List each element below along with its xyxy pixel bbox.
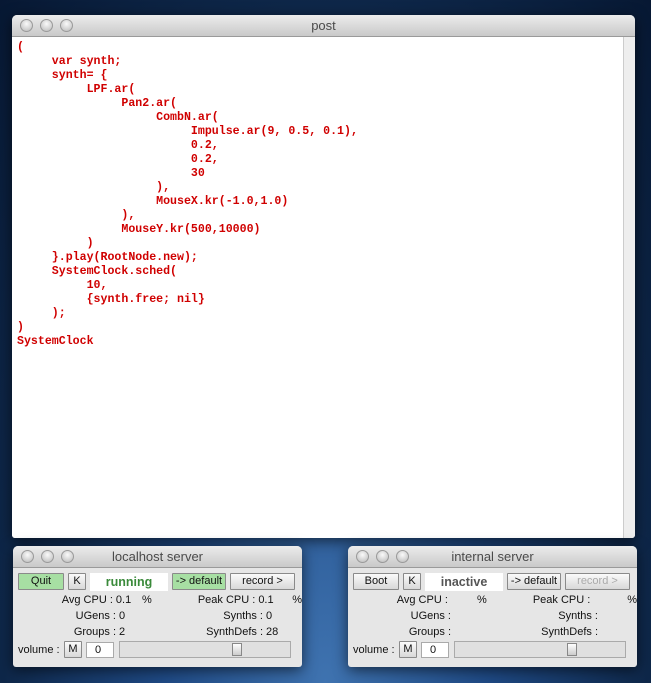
close-icon[interactable] [21,550,34,563]
post-text-area[interactable]: ( var synth; synth= { LPF.ar( Pan2.ar( C… [12,37,623,538]
mute-button[interactable]: M [399,641,417,658]
groups-label: Groups : [73,626,116,638]
code-line: SystemClock.sched( [17,265,178,278]
ugens-label: UGens : [75,610,116,622]
ugens-value: 0 [119,610,126,622]
window-title: post [311,18,336,33]
code-line: {synth.free; nil} [17,293,205,306]
ugens-label: UGens : [410,610,451,622]
minimize-icon[interactable] [376,550,389,563]
synthdefs-label: SynthDefs : [206,626,263,638]
synths-value [598,608,601,624]
code-line: var synth; [17,55,122,68]
title-bar[interactable]: localhost server [13,546,302,568]
code-line: 10, [17,279,108,292]
volume-label: volume : [18,643,60,656]
groups-value: 2 [119,626,126,638]
post-output: SystemClock [17,335,94,348]
volume-label: volume : [353,643,395,656]
scrollbar[interactable] [623,37,635,538]
default-button[interactable]: -> default [507,573,561,590]
ugens-value [451,608,511,624]
synths-value: 0 [266,610,273,622]
title-bar[interactable]: post [12,15,635,37]
synthdefs-value [598,624,601,640]
window-title: localhost server [111,549,204,564]
code-line: synth= { [17,69,108,82]
code-line: ), [17,209,136,222]
groups-value [451,624,511,640]
record-button[interactable]: record > [565,573,630,590]
peak-cpu-value [590,592,627,608]
kill-button[interactable]: K [403,573,421,590]
peak-cpu-label: Peak CPU : [532,594,591,606]
synthdefs-label: SynthDefs : [541,626,598,638]
avg-cpu-label: Avg CPU : [396,594,448,606]
status-display: inactive [425,572,503,591]
code-line: 30 [17,167,205,180]
synthdefs-value: 28 [266,626,279,638]
slider-knob[interactable] [232,643,242,656]
boot-button[interactable]: Quit [18,573,64,590]
default-button[interactable]: -> default [172,573,226,590]
code-line: 0.2, [17,153,219,166]
slider-knob[interactable] [567,643,577,656]
code-line: ); [17,307,66,320]
code-line: ( [17,41,24,54]
zoom-icon[interactable] [396,550,409,563]
avg-cpu-value [448,592,477,608]
minimize-icon[interactable] [40,19,53,32]
code-line: CombN.ar( [17,111,219,124]
code-line: ) [17,237,94,250]
close-icon[interactable] [356,550,369,563]
status-display: running [90,572,168,591]
code-line: ) [17,321,24,334]
avg-cpu-value: 0.1 [115,594,132,606]
close-icon[interactable] [20,19,33,32]
title-bar[interactable]: internal server [348,546,637,568]
boot-button[interactable]: Boot [353,573,399,590]
code-line: Pan2.ar( [17,97,178,110]
volume-slider[interactable] [119,641,291,658]
volume-field[interactable]: 0 [421,641,449,658]
internal-server-window: internal server Boot K inactive -> defau… [348,546,637,667]
avg-cpu-label: Avg CPU : [61,594,113,606]
zoom-icon[interactable] [60,19,73,32]
peak-cpu-label: Peak CPU : [197,594,256,606]
code-line: }.play(RootNode.new); [17,251,198,264]
mute-button[interactable]: M [64,641,82,658]
synths-label: Synths : [223,610,263,622]
peak-cpu-value: 0.1 [258,594,274,606]
groups-label: Groups : [408,626,451,638]
record-button[interactable]: record > [230,573,295,590]
code-line: 0.2, [17,139,219,152]
volume-slider[interactable] [454,641,626,658]
minimize-icon[interactable] [41,550,54,563]
code-line: MouseY.kr(500,10000) [17,223,261,236]
kill-button[interactable]: K [68,573,86,590]
window-title: internal server [451,549,534,564]
code-line: ), [17,181,171,194]
post-window: post ( var synth; synth= { LPF.ar( Pan2.… [12,15,635,538]
code-line: LPF.ar( [17,83,136,96]
code-line: MouseX.kr(-1.0,1.0) [17,195,289,208]
percent-label: % [477,594,487,606]
volume-field[interactable]: 0 [86,641,114,658]
localhost-server-window: localhost server Quit K running -> defau… [13,546,302,667]
code-listing: ( var synth; synth= { LPF.ar( Pan2.ar( C… [17,41,623,335]
zoom-icon[interactable] [61,550,74,563]
code-line: Impulse.ar(9, 0.5, 0.1), [17,125,358,138]
percent-label: % [292,594,302,606]
percent-label: % [627,594,637,606]
percent-label: % [142,594,152,606]
synths-label: Synths : [558,610,598,622]
